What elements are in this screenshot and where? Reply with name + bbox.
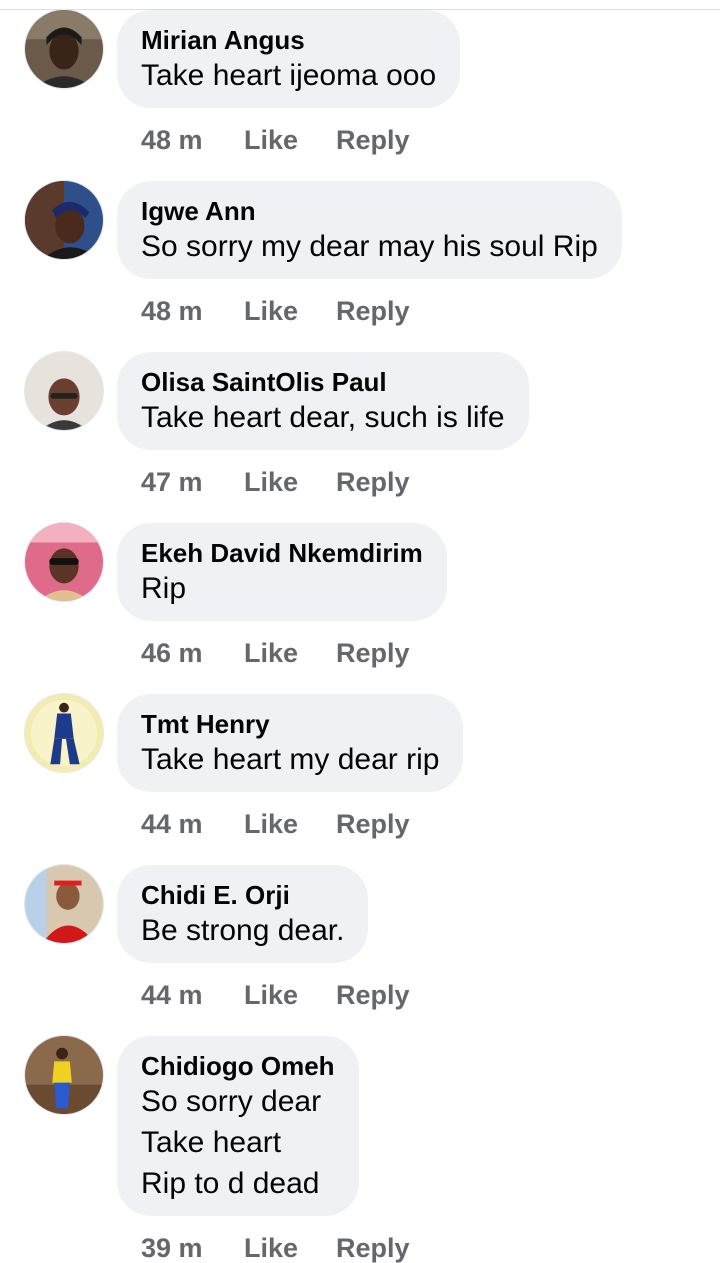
avatar[interactable] [24, 180, 104, 260]
comment-bubble: Tmt Henry Take heart my dear rip [117, 694, 464, 792]
comment-text-line: Take heart my dear rip [141, 743, 440, 776]
avatar[interactable] [24, 693, 104, 773]
comment-text-line: Be strong dear. [141, 914, 345, 947]
comment-timestamp[interactable]: 48 m [141, 125, 203, 155]
avatar[interactable] [24, 522, 104, 602]
comment-author[interactable]: Tmt Henry [141, 709, 439, 739]
comment-text-line: So sorry dear [141, 1085, 322, 1118]
reply-button[interactable]: Reply [336, 809, 410, 839]
comment-timestamp[interactable]: 46 m [141, 638, 203, 668]
comment-text: Take heart my dear rip [141, 739, 439, 780]
comment-bubble: Ekeh David Nkemdirim Rip [117, 523, 447, 621]
reply-button[interactable]: Reply [336, 296, 410, 326]
comment-author[interactable]: Chidi E. Orji [141, 880, 344, 910]
avatar[interactable] [24, 9, 104, 89]
like-button[interactable]: Like [244, 809, 298, 839]
comment-text: So sorry dear Take heart Rip to d dead [141, 1081, 335, 1204]
comment-text-line: Take heart ijeoma ooo [141, 59, 437, 92]
comment-text-line: Rip to d dead [141, 1167, 320, 1200]
comment-text-line: Take heart dear, such is life [141, 401, 505, 434]
reply-button[interactable]: Reply [336, 467, 410, 497]
avatar[interactable] [24, 864, 104, 944]
comment-text-line: So sorry my dear may his soul Rip [141, 230, 598, 263]
avatar[interactable] [24, 351, 104, 431]
comment-author[interactable]: Mirian Angus [141, 25, 436, 55]
comment-timestamp[interactable]: 48 m [141, 296, 203, 326]
like-button[interactable]: Like [244, 467, 298, 497]
comment-text: So sorry my dear may his soul Rip [141, 226, 598, 267]
avatar[interactable] [24, 1035, 104, 1115]
comment-timestamp[interactable]: 47 m [141, 467, 203, 497]
comment-bubble: Chidi E. Orji Be strong dear. [117, 865, 369, 963]
reply-button[interactable]: Reply [336, 125, 410, 155]
reply-button[interactable]: Reply [336, 638, 410, 668]
like-button[interactable]: Like [244, 125, 298, 155]
comment-text: Rip [141, 568, 423, 609]
comment-author[interactable]: Ekeh David Nkemdirim [141, 538, 423, 568]
comment-text-line: Take heart [141, 1126, 282, 1159]
comment-timestamp[interactable]: 44 m [141, 809, 203, 839]
comment-author[interactable]: Olisa SaintOlis Paul [141, 367, 505, 397]
comment-bubble: Chidiogo Omeh So sorry dear Take heart R… [117, 1036, 359, 1216]
like-button[interactable]: Like [244, 980, 298, 1010]
comment-author[interactable]: Igwe Ann [141, 196, 598, 226]
comment-text-line: Rip [141, 572, 187, 605]
like-button[interactable]: Like [244, 296, 298, 326]
comment-timestamp[interactable]: 44 m [141, 980, 203, 1010]
comment-author[interactable]: Chidiogo Omeh [141, 1051, 335, 1081]
comment-bubble: Olisa SaintOlis Paul Take heart dear, su… [117, 352, 529, 450]
comment-text: Take heart dear, such is life [141, 397, 505, 438]
like-button[interactable]: Like [244, 1233, 298, 1263]
comment-text: Be strong dear. [141, 910, 344, 951]
reply-button[interactable]: Reply [336, 980, 410, 1010]
comment-timestamp[interactable]: 39 m [141, 1233, 203, 1263]
like-button[interactable]: Like [244, 638, 298, 668]
comment-text: Take heart ijeoma ooo [141, 55, 436, 96]
comment-bubble: Igwe Ann So sorry my dear may his soul R… [117, 181, 622, 279]
comment-bubble: Mirian Angus Take heart ijeoma ooo [117, 10, 461, 108]
reply-button[interactable]: Reply [336, 1233, 410, 1263]
